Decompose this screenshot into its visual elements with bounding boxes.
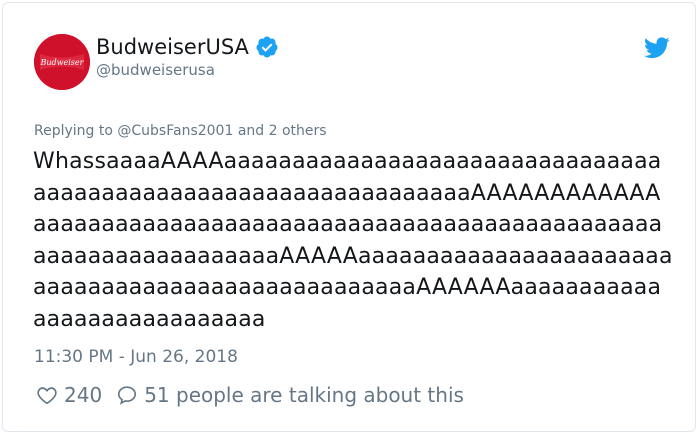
verified-badge-icon	[256, 36, 278, 58]
tweet-timestamp[interactable]: 11:30 PM - Jun 26, 2018	[34, 347, 238, 367]
avatar[interactable]: Budweiser	[34, 34, 90, 90]
like-count[interactable]: 240	[64, 383, 102, 407]
reply-bubble-icon[interactable]	[116, 384, 138, 406]
display-name[interactable]: BudweiserUSA	[96, 35, 249, 59]
user-handle[interactable]: @budweiserusa	[96, 61, 215, 79]
tweet-text: WhassaaaaAAAAaaaaaaaaaaaaaaaaaaaaaaaaaaa…	[33, 149, 673, 332]
heart-icon[interactable]	[36, 384, 58, 406]
replying-to-prefix: Replying to	[34, 123, 113, 139]
replying-to: Replying to @CubsFans2001 and 2 others	[34, 123, 327, 139]
tweet-card: Budweiser BudweiserUSA @budweiserusa Rep…	[2, 2, 696, 432]
budweiser-logo-icon: Budweiser	[34, 34, 90, 90]
replying-to-others[interactable]: and 2 others	[238, 123, 327, 139]
replying-to-user-link[interactable]: @CubsFans2001	[117, 123, 233, 139]
tweet-actions: 240 51 people are talking about this	[36, 383, 464, 407]
avatar-logo-text: Budweiser	[40, 58, 85, 67]
twitter-bird-icon[interactable]	[644, 37, 670, 59]
talking-about-this[interactable]: 51 people are talking about this	[144, 383, 464, 407]
display-name-row[interactable]: BudweiserUSA	[96, 35, 279, 59]
